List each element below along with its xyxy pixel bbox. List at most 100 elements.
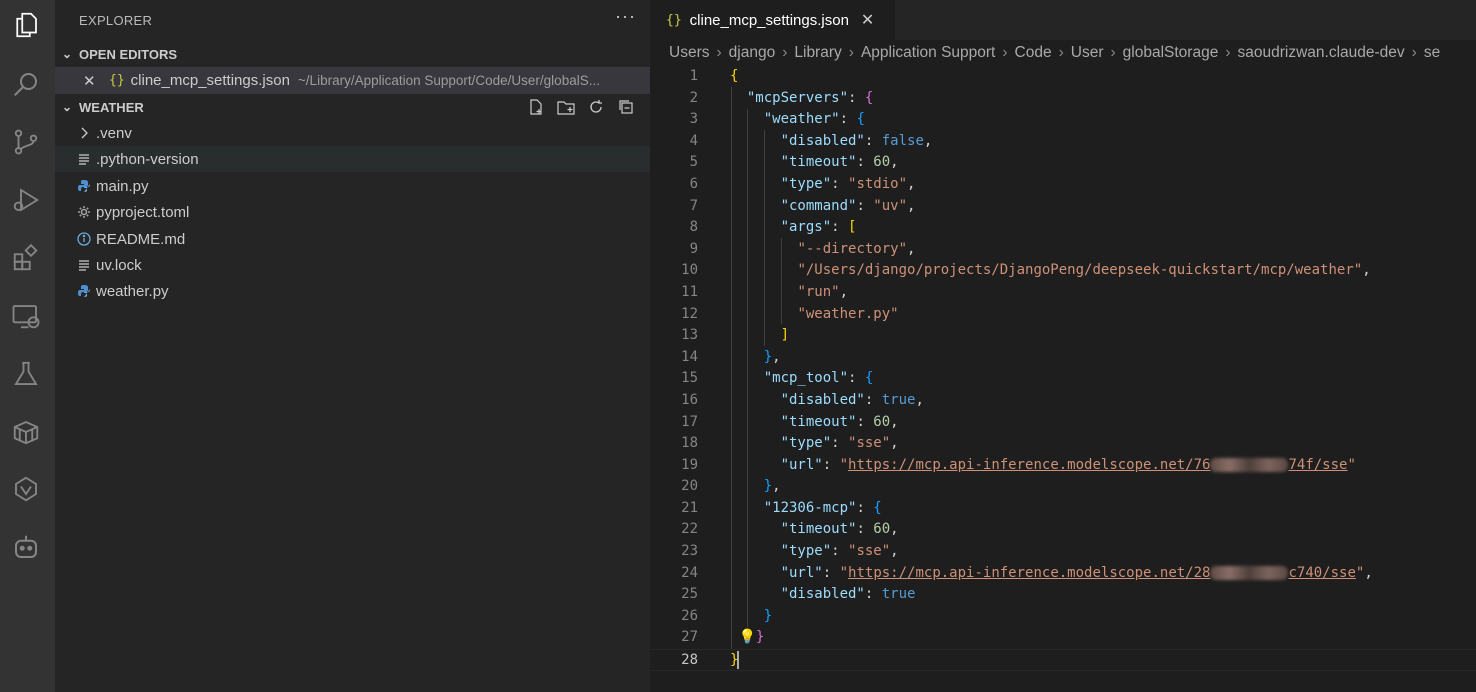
breadcrumb-item[interactable]: saoudrizwan.claude-dev bbox=[1238, 44, 1405, 61]
source-control-icon[interactable] bbox=[9, 125, 43, 159]
code-line: 12 "weather.py" bbox=[681, 305, 899, 322]
chevron-right-icon bbox=[73, 126, 95, 140]
tree-item-readme[interactable]: README.md bbox=[55, 226, 650, 252]
breadcrumb-item[interactable]: Users bbox=[669, 44, 709, 61]
code-line: 15 "mcp_tool": { bbox=[681, 370, 874, 387]
code-line-current: 28} bbox=[650, 649, 1476, 671]
chevron-right-icon: › bbox=[1002, 44, 1008, 61]
breadcrumb-item[interactable]: globalStorage bbox=[1123, 44, 1219, 61]
tree-item-uv-lock[interactable]: uv.lock bbox=[55, 252, 650, 278]
chevron-down-icon: ⌄ bbox=[61, 47, 73, 61]
code-line: 21 "12306-mcp": { bbox=[681, 499, 882, 516]
code-line: 7 "command": "uv", bbox=[689, 197, 916, 214]
code-line: 20 }, bbox=[681, 478, 781, 495]
json-file-icon: {} bbox=[109, 73, 125, 88]
info-file-icon bbox=[73, 232, 95, 246]
text-cursor bbox=[737, 651, 740, 670]
refresh-icon[interactable] bbox=[586, 97, 606, 117]
chevron-right-icon: › bbox=[1110, 44, 1116, 61]
url-link[interactable]: https://mcp.api-inference.modelscope.net… bbox=[848, 565, 1356, 581]
breadcrumb-item[interactable]: django bbox=[729, 44, 776, 61]
workspace-header[interactable]: ⌄ WEATHER bbox=[55, 96, 650, 118]
code-line: 3 "weather": { bbox=[689, 111, 865, 128]
redacted-blur bbox=[1210, 565, 1289, 580]
copilot-icon[interactable] bbox=[9, 530, 43, 564]
python-file-icon bbox=[73, 179, 95, 193]
tree-item-label: pyproject.toml bbox=[96, 203, 190, 221]
tab-bar: {} cline_mcp_settings.json ✕ bbox=[650, 0, 1476, 40]
run-debug-icon[interactable] bbox=[9, 183, 43, 217]
search-icon[interactable] bbox=[9, 67, 43, 101]
sidebar-title: EXPLORER bbox=[79, 13, 153, 28]
python-file-icon bbox=[73, 284, 95, 298]
tree-item-pyproject[interactable]: pyproject.toml bbox=[55, 199, 650, 225]
open-editors-label: OPEN EDITORS bbox=[79, 46, 178, 62]
chevron-right-icon: › bbox=[782, 44, 788, 61]
code-line: 11 "run", bbox=[681, 283, 849, 300]
tree-item-label: main.py bbox=[96, 177, 149, 195]
workspace-label: WEATHER bbox=[79, 99, 144, 115]
code-line: 8 "args": [ bbox=[689, 219, 857, 236]
codeium-icon[interactable] bbox=[9, 472, 43, 506]
remote-explorer-icon[interactable] bbox=[9, 299, 43, 333]
lines-file-icon bbox=[73, 152, 95, 166]
breadcrumb-item[interactable]: se bbox=[1424, 44, 1440, 61]
tree-item-label: .python-version bbox=[96, 150, 199, 168]
new-folder-icon[interactable] bbox=[556, 97, 576, 117]
extensions-icon[interactable] bbox=[9, 241, 43, 275]
tree-item-main-py[interactable]: main.py bbox=[55, 173, 650, 199]
containers-icon[interactable] bbox=[9, 415, 43, 449]
testing-icon[interactable] bbox=[9, 357, 43, 391]
code-line: 24 "url": "https://mcp.api-inference.mod… bbox=[681, 564, 1373, 581]
code-line: 16 "disabled": true, bbox=[681, 391, 924, 408]
tree-item-label: README.md bbox=[96, 230, 186, 248]
open-editor-filename: cline_mcp_settings.json bbox=[130, 72, 290, 89]
explorer-sidebar: EXPLORER ··· ⌄ OPEN EDITORS ✕ {} cline_m… bbox=[55, 0, 650, 692]
editor-area: {} cline_mcp_settings.json ✕ Users › djang… bbox=[650, 0, 1476, 692]
code-line: 14 }, bbox=[681, 348, 781, 365]
open-editors-header[interactable]: ⌄ OPEN EDITORS bbox=[55, 43, 650, 65]
tree-item-label: weather.py bbox=[96, 282, 169, 300]
code-line: 19 "url": "https://mcp.api-inference.mod… bbox=[681, 456, 1356, 473]
code-line: 17 "timeout": 60, bbox=[681, 413, 899, 430]
open-editor-item[interactable]: ✕ {} cline_mcp_settings.json ~/Library/A… bbox=[55, 67, 650, 94]
close-editor-icon[interactable]: ✕ bbox=[83, 72, 107, 90]
more-actions-button[interactable]: ··· bbox=[615, 6, 636, 27]
breadcrumb-item[interactable]: Library bbox=[794, 44, 841, 61]
collapse-all-icon[interactable] bbox=[616, 97, 636, 117]
code-line: 10 "/Users/django/projects/DjangoPeng/de… bbox=[681, 262, 1371, 279]
tree-item-label: .venv bbox=[96, 124, 132, 142]
tab-label: cline_mcp_settings.json bbox=[689, 11, 849, 29]
gear-file-icon bbox=[73, 205, 95, 219]
json-file-icon: {} bbox=[666, 12, 682, 28]
tree-item-python-version[interactable]: .python-version bbox=[55, 146, 650, 172]
tree-item-label: uv.lock bbox=[96, 256, 142, 274]
new-file-icon[interactable] bbox=[526, 97, 546, 117]
chevron-right-icon: › bbox=[1225, 44, 1231, 61]
chevron-down-icon: ⌄ bbox=[61, 100, 73, 114]
close-tab-icon[interactable]: ✕ bbox=[861, 10, 874, 30]
code-line: 25 "disabled": true bbox=[681, 586, 916, 603]
lightbulb-icon[interactable]: 💡 bbox=[738, 629, 755, 645]
tree-item-venv[interactable]: .venv bbox=[55, 120, 650, 146]
code-line: 2 "mcpServers": { bbox=[689, 89, 874, 106]
breadcrumb-item[interactable]: User bbox=[1071, 44, 1104, 61]
code-editor[interactable]: 1{ 2 "mcpServers": { 3 "weather": { 4 "d… bbox=[650, 66, 1476, 671]
breadcrumb-item[interactable]: Application Support bbox=[861, 44, 995, 61]
tree-item-weather-py[interactable]: weather.py bbox=[55, 278, 650, 304]
code-line: 9 "--directory", bbox=[689, 240, 916, 257]
code-line: 5 "timeout": 60, bbox=[689, 154, 899, 171]
explorer-icon[interactable] bbox=[9, 8, 43, 42]
code-line: 1{ bbox=[689, 68, 739, 84]
lines-file-icon bbox=[73, 258, 95, 272]
code-line: 23 "type": "sse", bbox=[681, 543, 899, 560]
code-line: 27 💡} bbox=[681, 629, 765, 646]
redacted-blur bbox=[1210, 457, 1289, 472]
chevron-right-icon: › bbox=[848, 44, 854, 61]
url-link[interactable]: https://mcp.api-inference.modelscope.net… bbox=[848, 457, 1347, 473]
chevron-right-icon: › bbox=[1411, 44, 1417, 61]
code-line: 22 "timeout": 60, bbox=[681, 521, 899, 538]
tab-cline-mcp-settings[interactable]: {} cline_mcp_settings.json ✕ bbox=[650, 0, 895, 40]
chevron-right-icon: › bbox=[716, 44, 722, 61]
breadcrumb-item[interactable]: Code bbox=[1015, 44, 1052, 61]
